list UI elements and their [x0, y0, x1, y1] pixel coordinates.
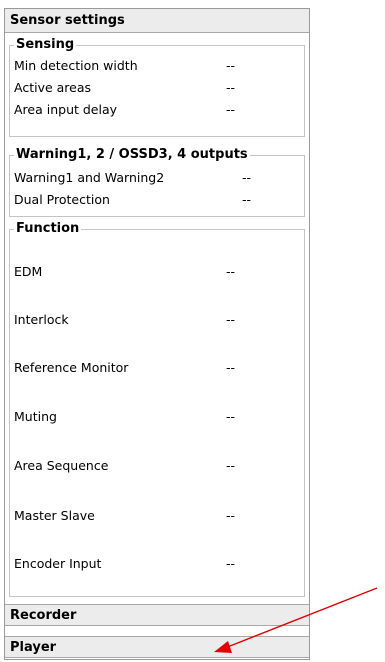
sensing-group: Sensing Min detection width -- Active ar… [9, 37, 305, 137]
setting-value: -- [226, 312, 236, 327]
setting-row-encoder-input: Encoder Input -- [10, 554, 304, 574]
setting-label: Dual Protection [14, 192, 110, 207]
setting-label: Encoder Input [14, 556, 102, 571]
setting-row-min-detection-width: Min detection width -- [10, 56, 304, 76]
setting-row-warning1-warning2: Warning1 and Warning2 -- [10, 168, 304, 188]
setting-value: -- [242, 192, 252, 207]
warning-outputs-group: Warning1, 2 / OSSD3, 4 outputs Warning1 … [9, 147, 305, 217]
setting-value: -- [226, 58, 236, 73]
function-group: Function EDM -- Interlock -- Reference M… [9, 221, 305, 597]
setting-row-dual-protection: Dual Protection -- [10, 190, 304, 210]
setting-row-interlock: Interlock -- [10, 310, 304, 330]
setting-value: -- [242, 170, 252, 185]
setting-label: Reference Monitor [14, 360, 129, 375]
setting-label: Min detection width [14, 58, 138, 73]
setting-row-master-slave: Master Slave -- [10, 506, 304, 526]
setting-label: Muting [14, 409, 57, 424]
setting-value: -- [226, 508, 236, 523]
setting-label: Area Sequence [14, 458, 109, 473]
setting-row-area-input-delay: Area input delay -- [10, 100, 304, 120]
setting-value: -- [226, 556, 236, 571]
setting-label: Warning1 and Warning2 [14, 170, 165, 185]
setting-row-reference-monitor: Reference Monitor -- [10, 358, 304, 378]
setting-value: -- [226, 80, 236, 95]
function-group-label: Function [14, 221, 82, 237]
setting-label: Area input delay [14, 102, 118, 117]
setting-value: -- [226, 409, 236, 424]
setting-label: EDM [14, 264, 43, 279]
setting-label: Active areas [14, 80, 92, 95]
player-section-header[interactable]: Player [5, 636, 309, 658]
setting-value: -- [226, 360, 236, 375]
sensing-group-label: Sensing [14, 37, 77, 53]
setting-label: Interlock [14, 312, 69, 327]
setting-value: -- [226, 264, 236, 279]
setting-row-area-sequence: Area Sequence -- [10, 456, 304, 476]
setting-label: Master Slave [14, 508, 95, 523]
recorder-section-header[interactable]: Recorder [5, 604, 309, 626]
setting-row-active-areas: Active areas -- [10, 78, 304, 98]
setting-row-edm: EDM -- [10, 262, 304, 282]
setting-value: -- [226, 458, 236, 473]
setting-row-muting: Muting -- [10, 407, 304, 427]
panel-title: Sensor settings [5, 9, 309, 33]
warning-group-label: Warning1, 2 / OSSD3, 4 outputs [14, 147, 250, 163]
sensor-settings-panel: Sensor settings Sensing Min detection wi… [4, 8, 310, 660]
setting-value: -- [226, 102, 236, 117]
